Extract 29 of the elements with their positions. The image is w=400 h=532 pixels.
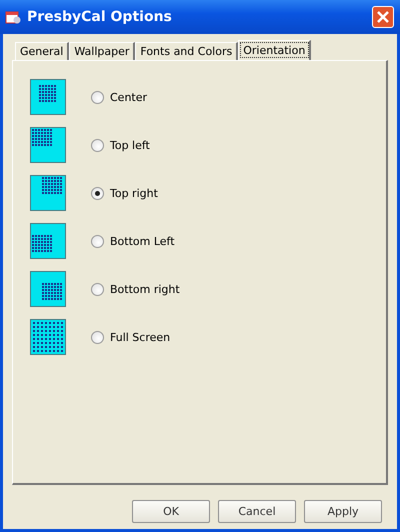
dialog-button[interactable]: Apply bbox=[304, 500, 382, 523]
orientation-preview-icon bbox=[30, 79, 66, 115]
radio-label[interactable]: Bottom right bbox=[110, 282, 180, 296]
window-title: PresbyCal Options bbox=[27, 9, 173, 25]
orientation-preview-icon bbox=[30, 175, 66, 211]
orientation-preview-icon bbox=[30, 127, 66, 163]
radio-button[interactable] bbox=[91, 282, 104, 296]
radio-button[interactable] bbox=[91, 234, 104, 248]
tab[interactable]: General bbox=[15, 42, 70, 60]
radio-button[interactable] bbox=[91, 330, 104, 344]
radio-button[interactable] bbox=[91, 186, 104, 200]
radio-label[interactable]: Center bbox=[110, 90, 148, 104]
dialog-button[interactable]: Cancel bbox=[218, 500, 296, 523]
tab[interactable]: Fonts and Colors bbox=[135, 42, 238, 60]
orientation-preview-icon bbox=[30, 271, 66, 307]
close-button[interactable] bbox=[372, 6, 394, 28]
radio-label[interactable]: Top right bbox=[110, 186, 158, 200]
radio-label[interactable]: Bottom Left bbox=[110, 234, 175, 248]
dialog-button[interactable]: OK bbox=[132, 500, 210, 523]
radio-button[interactable] bbox=[91, 90, 104, 104]
orientation-preview-icon bbox=[30, 223, 66, 259]
tab[interactable]: Orientation bbox=[238, 40, 312, 60]
tab[interactable]: Wallpaper bbox=[69, 42, 136, 60]
radio-label[interactable]: Full Screen bbox=[110, 330, 170, 344]
radio-button[interactable] bbox=[91, 138, 104, 152]
calendar-icon bbox=[5, 10, 21, 24]
radio-label[interactable]: Top left bbox=[110, 138, 150, 152]
orientation-preview-icon bbox=[30, 319, 66, 355]
close-icon bbox=[376, 10, 390, 24]
